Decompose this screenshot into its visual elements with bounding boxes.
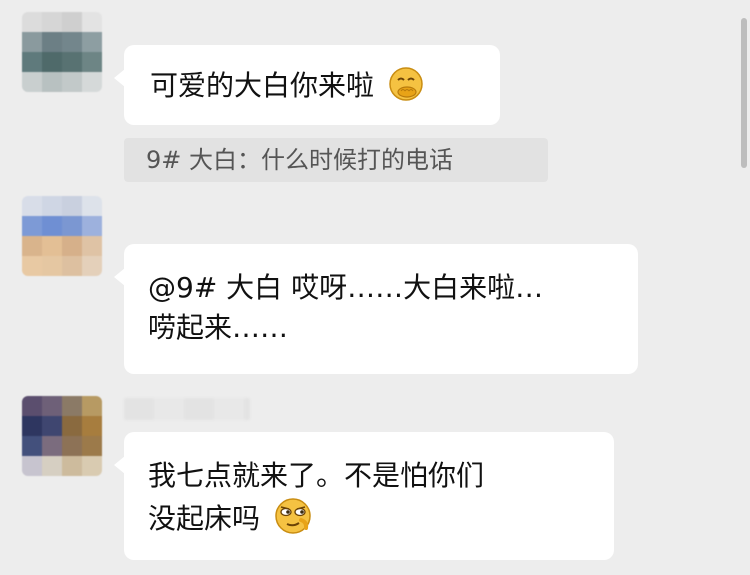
scrollbar[interactable] [741, 18, 747, 168]
covering-mouth-smile-emoji [387, 65, 425, 114]
sender-name [124, 398, 250, 420]
message-text-line: 我七点就来了。不是怕你们 [148, 459, 485, 492]
message-bubble[interactable]: 我七点就来了。不是怕你们 没起床吗 [114, 432, 614, 560]
avatar[interactable] [22, 396, 102, 476]
message-bubble[interactable]: @9# 大白 哎呀……大白来啦… 唠起来…… [114, 244, 638, 374]
message-text-line: 没起床吗 [148, 502, 261, 535]
avatar[interactable] [22, 196, 102, 276]
quoted-message-text: 9# 大白：什么时候打的电话 [146, 146, 454, 174]
message-text-line-with-emoji: 没起床吗 [148, 496, 590, 547]
message-text-line: @9# 大白 哎呀……大白来啦… [148, 271, 544, 304]
message-bubble[interactable]: 可爱的大白你来啦 [114, 45, 500, 125]
quoted-message[interactable]: 9# 大白：什么时候打的电话 [124, 138, 548, 182]
message-text-line: 唠起来…… [148, 311, 289, 344]
avatar[interactable] [22, 12, 102, 92]
sly-smirk-emoji [273, 496, 313, 547]
message-text: 可爱的大白你来啦 [150, 69, 375, 102]
